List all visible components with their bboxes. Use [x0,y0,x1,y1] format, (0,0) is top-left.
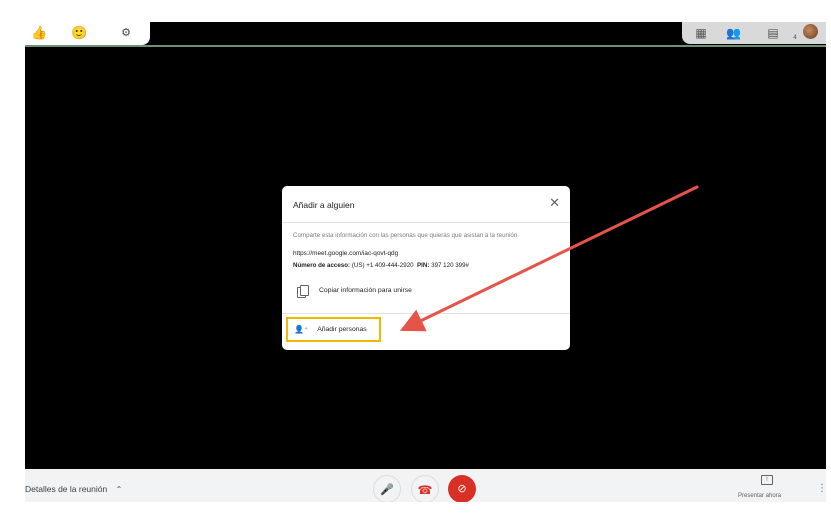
copy-icon [297,284,309,298]
copy-joining-info-label: Copiar información para unirse [319,286,412,294]
add-someone-dialog: Añadir a alguien ✕ Comparte esta informa… [282,186,570,350]
present-now-label[interactable]: Presentar ahora [738,493,781,499]
dial-in-info: Número de acceso: (US) +1 409-444-2920 P… [293,262,469,269]
user-avatar[interactable] [803,24,818,39]
camera-off-icon: ⊘ [457,482,467,495]
bottom-bar: Detalles de la reunión ⌃ 🎤 ☎ ⊘ ↑ Present… [25,469,826,502]
pin-value: 397 120 399# [431,262,469,269]
dialog-title: Añadir a alguien [293,200,355,210]
dialog-divider [282,222,570,223]
chevron-up-icon: ⌃ [115,485,123,494]
top-divider [25,45,826,47]
people-icon[interactable]: 👥 [726,26,741,40]
microphone-icon: 🎤 [380,483,394,496]
dial-in-number: (US) +1 409-444-2920 [351,262,414,269]
avatar-icon[interactable]: 🙂 [71,25,87,41]
participant-count-badge: 4 [793,34,797,41]
microphone-button[interactable]: 🎤 [373,475,401,502]
chat-icon[interactable]: ▤ [766,26,780,40]
pin-label: PIN: [417,262,430,269]
end-call-icon: ☎ [417,483,433,497]
end-call-button[interactable]: ☎ [411,475,439,502]
settings-icon[interactable]: ⚙ [118,25,134,41]
more-options-button[interactable]: ⋮ [817,483,826,494]
raise-hand-icon[interactable]: 👍 [31,25,47,41]
share-info-text: Comparte esta información con las person… [293,232,518,239]
add-people-label: Añadir personas [317,326,367,333]
meet-window: 👍 🙂 ⚙ ▦ 👥 ▤ 4 Añadir a alguien ✕ Compart… [25,22,826,502]
add-person-icon: 👤⁺ [294,325,309,334]
top-bar: 👍 🙂 ⚙ ▦ 👥 ▤ 4 [25,22,826,47]
present-now-icon[interactable]: ↑ [761,475,773,485]
more-vert-icon: ⋮ [817,483,826,494]
close-button[interactable]: ✕ [549,197,560,211]
meeting-link: https://meet.google.com/iac-qovt-qdg [293,250,399,257]
dial-in-label: Número de acceso: [293,262,351,269]
top-right-tray: ▦ 👥 ▤ 4 [682,22,826,44]
close-icon: ✕ [549,196,560,211]
present-arrow-icon: ↑ [765,476,769,483]
grid-icon[interactable]: ▦ [694,26,708,40]
meeting-details-label: Detalles de la reunión [25,484,108,494]
meeting-details-button[interactable]: Detalles de la reunión ⌃ [25,484,122,494]
camera-off-button[interactable]: ⊘ [448,475,476,502]
dialog-divider-bottom [282,313,570,314]
copy-joining-info-button[interactable]: Copiar información para unirse [297,282,412,298]
top-left-tray: 👍 🙂 ⚙ [25,22,150,45]
add-people-button[interactable]: 👤⁺ Añadir personas [286,317,381,342]
